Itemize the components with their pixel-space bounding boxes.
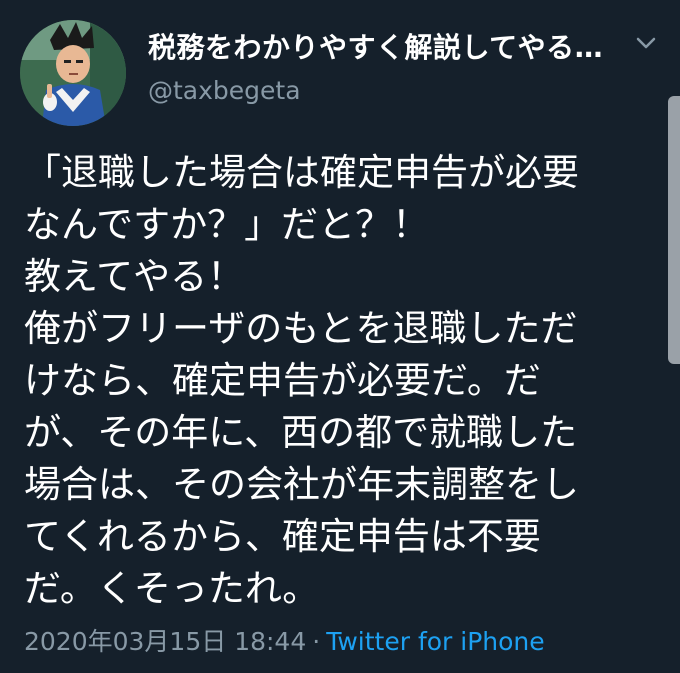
tweet-source-link[interactable]: Twitter for iPhone (326, 627, 544, 656)
author-handle[interactable]: @taxbegeta (148, 76, 301, 105)
author-avatar[interactable] (20, 20, 126, 126)
tweet-meta: 2020年03月15日 18:44 · Twitter for iPhone (24, 622, 545, 658)
tweet-text: 「退職した場合は確定申告が必要 なんですか？」だと？！ 教えてやる！ 俺がフリー… (24, 151, 579, 610)
chevron-down-icon[interactable] (630, 30, 662, 56)
character-avatar-icon (20, 20, 126, 126)
meta-separator: · (312, 627, 321, 656)
tweet-card: 税務をわかりやすく解説してやる… @taxbegeta 「退職した場合は確定申告… (0, 0, 680, 673)
tweet-timestamp[interactable]: 2020年03月15日 18:44 (24, 627, 306, 656)
scrollbar[interactable] (668, 96, 680, 364)
author-display-name[interactable]: 税務をわかりやすく解説してやる… (148, 26, 603, 66)
